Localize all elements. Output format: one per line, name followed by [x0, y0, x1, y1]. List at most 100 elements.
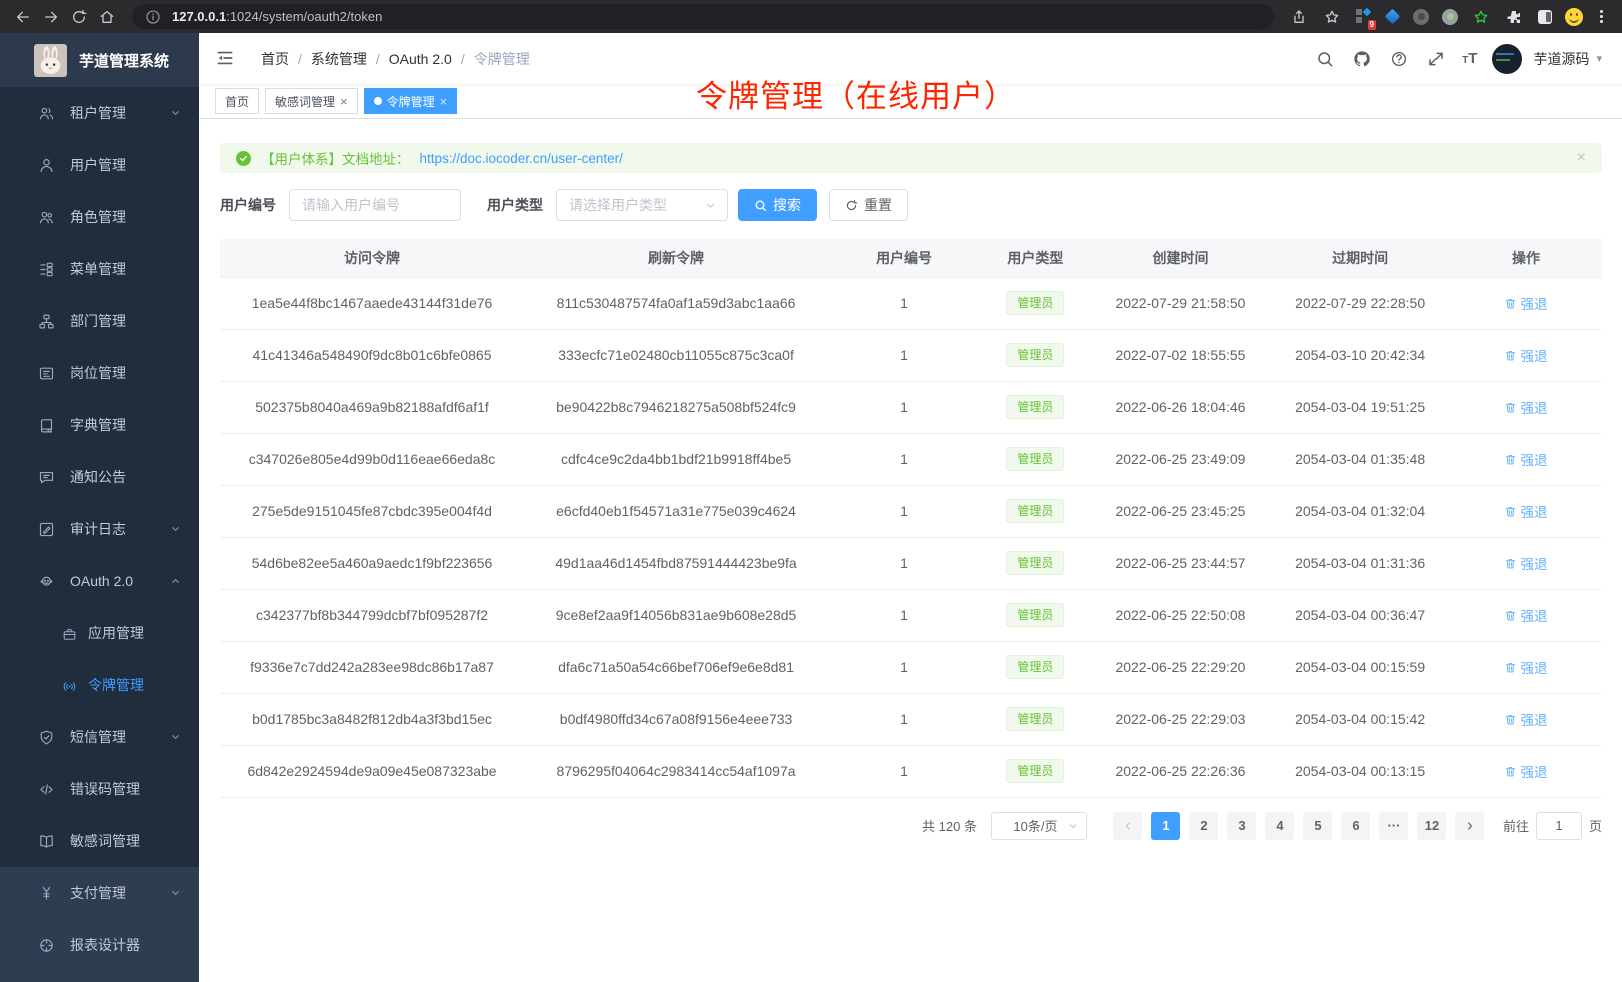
user-id-input[interactable]: [289, 189, 461, 221]
user-type-badge: 管理员: [1006, 707, 1064, 731]
evernote-star-icon[interactable]: [1470, 6, 1492, 28]
alert-doc-link[interactable]: https://doc.iocoder.cn/user-center/: [420, 151, 623, 166]
force-logout-button[interactable]: 强退: [1504, 449, 1547, 469]
more-pages-button[interactable]: ···: [1379, 812, 1408, 840]
tab-label: 敏感词管理: [275, 93, 335, 110]
share-icon[interactable]: [1288, 6, 1310, 28]
user-avatar[interactable]: [1492, 44, 1522, 74]
recorder-extension-icon[interactable]: [1441, 8, 1459, 26]
sidebar-item-notice[interactable]: 通知公告: [0, 451, 199, 503]
force-logout-button[interactable]: 强退: [1504, 605, 1547, 625]
fullscreen-icon[interactable]: [1425, 48, 1447, 70]
sidebar-item-errcode[interactable]: 错误码管理: [0, 763, 199, 815]
tab-首页[interactable]: 首页: [215, 88, 259, 114]
page-button-2[interactable]: 2: [1189, 812, 1218, 840]
forward-icon[interactable]: [40, 6, 62, 28]
sidebar-item-label: 应用管理: [88, 623, 144, 643]
table-row: b0d1785bc3a8482f812db4a3f3bd15ec b0df498…: [220, 693, 1602, 745]
sidebar-item-sensitive[interactable]: 敏感词管理: [0, 815, 199, 867]
total-count: 共 120 条: [922, 816, 977, 835]
sidebar-item-sms[interactable]: 短信管理: [0, 711, 199, 763]
sidebar-item-label: 报表设计器: [70, 935, 140, 955]
sidebar-item-token[interactable]: 令牌管理: [0, 659, 199, 711]
force-logout-button[interactable]: 强退: [1504, 293, 1547, 313]
back-icon[interactable]: [12, 6, 34, 28]
jump-page-input[interactable]: [1536, 812, 1582, 840]
address-bar[interactable]: 127.0.0.1:1024/system/oauth2/token: [132, 4, 1274, 29]
sidebar-item-user[interactable]: 用户管理: [0, 139, 199, 191]
access-token-cell: b0d1785bc3a8482f812db4a3f3bd15ec: [220, 693, 524, 745]
notice-icon: [38, 469, 55, 486]
app-logo[interactable]: 芋道管理系统: [0, 33, 199, 87]
profile-avatar-icon[interactable]: [1565, 8, 1583, 26]
info-icon[interactable]: [142, 6, 164, 28]
page-size-select[interactable]: 10条/页: [991, 812, 1087, 840]
force-logout-button[interactable]: 强退: [1504, 553, 1547, 573]
github-icon[interactable]: [1351, 48, 1373, 70]
alert-close-icon[interactable]: ×: [1577, 150, 1586, 166]
sidebar-item-report[interactable]: 报表设计器: [0, 919, 199, 971]
help-icon[interactable]: [1388, 48, 1410, 70]
user-type-select[interactable]: 请选择用户类型: [556, 189, 728, 221]
sidebar-item-label: 短信管理: [70, 727, 126, 747]
user-dropdown-caret-icon[interactable]: ▾: [1596, 52, 1602, 65]
sidebar-item-pay[interactable]: 支付管理: [0, 867, 199, 919]
sidebar-item-tenant[interactable]: 租户管理: [0, 87, 199, 139]
created-cell: 2022-06-25 23:49:09: [1091, 433, 1271, 485]
sidebar-item-dict[interactable]: 字典管理: [0, 399, 199, 451]
reset-button[interactable]: 重置: [829, 189, 908, 221]
sidebar-item-app[interactable]: 应用管理: [0, 607, 199, 659]
sidebar-item-oauth[interactable]: OAuth 2.0: [0, 555, 199, 607]
username[interactable]: 芋道源码: [1533, 49, 1589, 69]
browser-menu-icon[interactable]: [1594, 10, 1608, 23]
bookmark-star-icon[interactable]: [1321, 6, 1343, 28]
sidebar-item-role[interactable]: 角色管理: [0, 191, 199, 243]
font-size-icon[interactable]: TT: [1462, 50, 1477, 67]
breadcrumb-item[interactable]: OAuth 2.0: [389, 51, 452, 67]
url-host: 127.0.0.1: [172, 9, 226, 24]
page-button-5[interactable]: 5: [1303, 812, 1332, 840]
dark-mode-extension-icon[interactable]: [1412, 8, 1430, 26]
sidebar-item-audit[interactable]: 审计日志: [0, 503, 199, 555]
tab-敏感词管理[interactable]: 敏感词管理 ×: [265, 88, 358, 114]
sidebar-item-dept[interactable]: 部门管理: [0, 295, 199, 347]
tab-groups-icon[interactable]: [1536, 8, 1554, 26]
sidebar-item-label: 字典管理: [70, 415, 126, 435]
close-icon[interactable]: ×: [440, 95, 448, 108]
active-tab-dot: [374, 97, 382, 105]
close-icon[interactable]: ×: [340, 95, 348, 108]
menu-icon: [38, 261, 55, 278]
action-cell: 强退: [1450, 485, 1602, 537]
force-logout-button[interactable]: 强退: [1504, 345, 1547, 365]
breadcrumb-item[interactable]: 系统管理: [311, 49, 367, 69]
page-button-1[interactable]: 1: [1151, 812, 1180, 840]
sidebar-item-menu[interactable]: 菜单管理: [0, 243, 199, 295]
expires-cell: 2054-03-04 01:32:04: [1270, 485, 1450, 537]
force-logout-button[interactable]: 强退: [1504, 501, 1547, 521]
sidebar-item-label: 用户管理: [70, 155, 126, 175]
page-button-4[interactable]: 4: [1265, 812, 1294, 840]
search-button[interactable]: 搜索: [738, 189, 817, 221]
sidebar-item-post[interactable]: 岗位管理: [0, 347, 199, 399]
tab-令牌管理[interactable]: 令牌管理×: [364, 88, 458, 114]
force-logout-button[interactable]: 强退: [1504, 709, 1547, 729]
prev-page-button[interactable]: [1113, 812, 1142, 840]
kite-extension-icon[interactable]: [1383, 8, 1401, 26]
force-logout-button[interactable]: 强退: [1504, 397, 1547, 417]
collapse-sidebar-icon[interactable]: [215, 48, 237, 70]
reload-icon[interactable]: [68, 6, 90, 28]
force-logout-button[interactable]: 强退: [1504, 657, 1547, 677]
page-button-3[interactable]: 3: [1227, 812, 1256, 840]
home-icon[interactable]: [96, 6, 118, 28]
action-cell: 强退: [1450, 745, 1602, 797]
sms-icon: [38, 729, 55, 746]
extension-grid-icon[interactable]: 9: [1354, 8, 1372, 26]
page-button-12[interactable]: 12: [1417, 812, 1446, 840]
page-button-6[interactable]: 6: [1341, 812, 1370, 840]
force-logout-button[interactable]: 强退: [1504, 761, 1547, 781]
search-icon[interactable]: [1314, 48, 1336, 70]
breadcrumb-item[interactable]: 首页: [261, 49, 289, 69]
user-id-cell: 1: [828, 277, 980, 329]
next-page-button[interactable]: [1455, 812, 1484, 840]
extensions-puzzle-icon[interactable]: [1503, 6, 1525, 28]
